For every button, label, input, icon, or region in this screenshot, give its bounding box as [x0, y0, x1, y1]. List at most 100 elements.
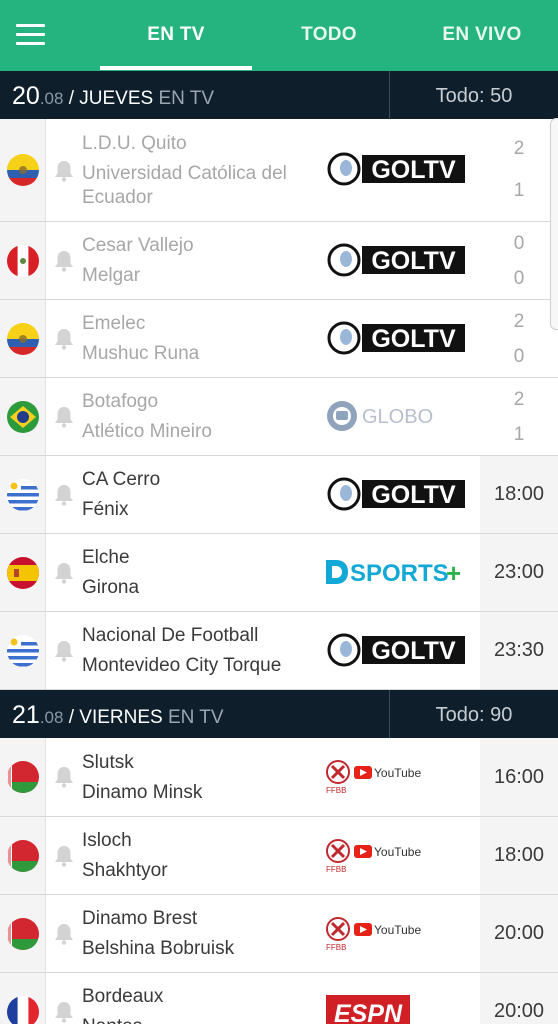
svg-text:GOLTV: GOLTV: [371, 156, 456, 184]
peru-flag: [7, 245, 39, 277]
bell-icon[interactable]: [53, 327, 75, 351]
svg-text:FFBB: FFBB: [326, 943, 346, 952]
date-suffix: EN TV: [162, 707, 224, 728]
match-row[interactable]: Elche Girona SPORTS + 23:00: [0, 534, 558, 612]
away-team: Melgar: [82, 265, 141, 286]
match-row[interactable]: L.D.U. Quito Universidad Católica del Ec…: [0, 119, 558, 222]
tab-todo[interactable]: TODO: [253, 0, 405, 71]
channel-logo-goltv: GOLTV: [322, 149, 470, 189]
home-team: Slutsk: [82, 752, 134, 773]
svg-text:FFBB: FFBB: [326, 786, 346, 795]
ecuador-flag: [7, 154, 39, 186]
channel-logo-goltv: GOLTV: [322, 318, 470, 358]
home-team: Dinamo Brest: [82, 908, 198, 929]
home-team: Cesar Vallejo: [82, 235, 194, 256]
date-suffix: EN TV: [153, 88, 215, 109]
belarus-flag: [7, 918, 39, 950]
home-team: Nacional De Football: [82, 625, 259, 646]
svg-text:YouTube: YouTube: [374, 923, 421, 937]
svg-text:GOLTV: GOLTV: [371, 637, 456, 665]
match-time: 23:00: [493, 561, 545, 583]
away-score: 0: [513, 268, 525, 289]
home-team: CA Cerro: [82, 469, 161, 490]
total-count-button[interactable]: Todo: 90: [390, 690, 558, 738]
home-team: Elche: [82, 547, 130, 568]
away-team: Dinamo Minsk: [82, 782, 203, 803]
channel-logo-goltv: GOLTV: [322, 240, 470, 280]
channel-logo-espn: ESPN: [322, 993, 470, 1024]
france-flag: [7, 996, 39, 1024]
date-day: 20: [12, 82, 40, 110]
svg-text:SPORTS: SPORTS: [350, 560, 449, 587]
bell-icon[interactable]: [53, 922, 75, 946]
bell-icon[interactable]: [53, 159, 75, 183]
ecuador-flag: [7, 323, 39, 355]
belarus-flag: [7, 840, 39, 872]
away-team: Girona: [82, 577, 140, 598]
brazil-flag: [7, 401, 39, 433]
bell-icon[interactable]: [53, 1000, 75, 1024]
bell-icon[interactable]: [53, 639, 75, 663]
match-row[interactable]: Nacional De Football Montevideo City Tor…: [0, 612, 558, 690]
uruguay-flag: [7, 479, 39, 511]
svg-text:GOLTV: GOLTV: [371, 247, 456, 275]
tab-en-vivo[interactable]: EN VIVO: [406, 0, 558, 71]
match-row[interactable]: Cesar Vallejo Melgar GOLTV 0 0: [0, 222, 558, 300]
belarus-flag: [7, 761, 39, 793]
match-row[interactable]: Bordeaux Nantes ESPN 20:00: [0, 973, 558, 1024]
svg-text:+: +: [446, 558, 461, 588]
home-team: Isloch: [82, 830, 132, 851]
channel-logo-goltv: GOLTV: [322, 474, 470, 514]
match-time: 18:00: [493, 844, 545, 866]
match-row[interactable]: Emelec Mushuc Runa GOLTV 2 0: [0, 300, 558, 378]
match-time: 18:00: [493, 483, 545, 505]
date-day: 21: [12, 701, 40, 729]
home-score: 2: [513, 389, 525, 410]
home-score: 2: [513, 311, 525, 332]
home-team: Emelec: [82, 313, 146, 334]
date-month: .08: [39, 708, 64, 727]
match-time: 20:00: [493, 922, 545, 944]
match-row[interactable]: Dinamo Brest Belshina Bobruisk FFBB YouTu…: [0, 895, 558, 973]
bell-icon[interactable]: [53, 405, 75, 429]
svg-text:FFBB: FFBB: [326, 865, 346, 874]
date-weekday: / VIERNES: [63, 707, 163, 728]
tab-en-tv[interactable]: EN TV: [100, 0, 252, 71]
svg-text:GLOBO: GLOBO: [362, 406, 433, 428]
date-month: .08: [39, 89, 64, 108]
bell-icon[interactable]: [53, 561, 75, 585]
bell-icon[interactable]: [53, 483, 75, 507]
bell-icon[interactable]: [53, 249, 75, 273]
bell-icon[interactable]: [53, 765, 75, 789]
home-team: Bordeaux: [82, 986, 164, 1007]
match-time: 23:30: [493, 639, 545, 661]
away-team: Fénix: [82, 499, 129, 520]
away-score: 1: [513, 424, 525, 445]
channel-logo-youtube: FFBB YouTube: [322, 756, 470, 796]
scrollbar[interactable]: [550, 118, 558, 330]
away-score: 1: [513, 180, 525, 201]
match-time: 20:00: [493, 1000, 545, 1022]
away-team: Montevideo City Torque: [82, 655, 282, 676]
date-header: 21.08 / VIERNES EN TV Todo: 90: [0, 690, 558, 738]
away-team-line2: Ecuador: [82, 187, 153, 208]
channel-logo-youtube: FFBB YouTube: [322, 913, 470, 953]
match-row[interactable]: CA Cerro Fénix GOLTV 18:00: [0, 456, 558, 534]
bell-icon[interactable]: [53, 844, 75, 868]
svg-text:ESPN: ESPN: [334, 1000, 403, 1024]
match-row[interactable]: Slutsk Dinamo Minsk FFBB YouTube 16:00: [0, 738, 558, 817]
away-team: Atlético Mineiro: [82, 421, 212, 442]
channel-logo-globo: GLOBO: [322, 396, 470, 436]
uruguay-flag: [7, 635, 39, 667]
away-team: Shakhtyor: [82, 860, 168, 881]
away-team: Universidad Católica del: [82, 163, 287, 184]
menu-icon[interactable]: [14, 20, 48, 50]
match-time: 16:00: [493, 766, 545, 788]
total-count-button[interactable]: Todo: 50: [390, 71, 558, 119]
match-row[interactable]: Botafogo Atlético Mineiro GLOBO 2 1: [0, 378, 558, 456]
home-team: Botafogo: [82, 391, 159, 412]
match-row[interactable]: Isloch Shakhtyor FFBB YouTube 18:00: [0, 817, 558, 895]
home-score: 2: [513, 138, 525, 159]
svg-text:YouTube: YouTube: [374, 845, 421, 859]
channel-logo-youtube: FFBB YouTube: [322, 835, 470, 875]
